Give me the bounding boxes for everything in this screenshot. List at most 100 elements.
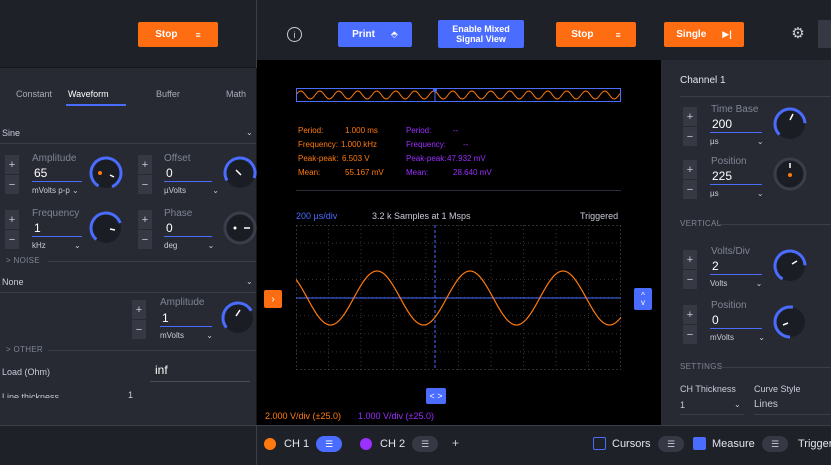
timebase-minus-button[interactable]: − xyxy=(683,127,697,146)
stop-icon: ≡ xyxy=(615,29,621,40)
ch1-offset-handle[interactable]: › xyxy=(264,290,282,308)
tab-constant[interactable]: Constant xyxy=(16,89,52,99)
divider xyxy=(754,414,831,415)
amplitude-unit[interactable]: mVolts p-p ⌄ xyxy=(32,186,79,195)
ch2-settings-toggle[interactable]: ☰ xyxy=(412,436,438,452)
other-section-text: OTHER xyxy=(13,345,43,354)
amplitude-knob[interactable] xyxy=(88,155,124,191)
ch1-color-dot[interactable] xyxy=(264,438,276,450)
volts-div-plus-button[interactable]: + xyxy=(683,250,697,269)
frequency-label: Frequency xyxy=(32,208,80,219)
phase-unit[interactable]: deg ⌄ xyxy=(164,241,214,250)
info-icon[interactable]: i xyxy=(287,27,302,42)
gear-icon[interactable]: ⚙ xyxy=(790,26,806,42)
add-channel-button[interactable]: + xyxy=(452,436,459,450)
tab-buffer[interactable]: Buffer xyxy=(156,89,180,99)
noise-amplitude-input[interactable]: 1 xyxy=(162,311,169,325)
noise-amplitude-minus-button[interactable]: − xyxy=(132,320,146,339)
divider xyxy=(680,414,744,415)
vposition-plus-button[interactable]: + xyxy=(683,305,697,324)
position-input[interactable]: 225 xyxy=(712,169,732,183)
position-unit[interactable]: µs ⌄ xyxy=(710,189,764,198)
phase-plus-button[interactable]: + xyxy=(138,210,152,229)
offset-minus-button[interactable]: − xyxy=(138,175,152,194)
measure-checkbox[interactable] xyxy=(693,437,706,450)
timebase-knob[interactable] xyxy=(772,106,808,142)
offset-knob[interactable] xyxy=(222,155,258,191)
menu-toggle-button[interactable] xyxy=(818,20,831,48)
ch-thickness-value: 1 xyxy=(680,400,686,410)
trigger-level-handle[interactable]: ^ v xyxy=(634,288,652,310)
phase-input[interactable]: 0 xyxy=(166,221,173,235)
frequency-minus-button[interactable]: − xyxy=(5,230,19,249)
ch-thickness-dropdown[interactable]: 1 ⌄ xyxy=(680,398,744,414)
position-minus-button[interactable]: − xyxy=(683,180,697,199)
noise-type-dropdown[interactable]: None ⌄ xyxy=(0,274,256,292)
cursors-settings-toggle[interactable]: ☰ xyxy=(658,436,684,452)
frequency-input[interactable]: 1 xyxy=(34,221,41,235)
curve-style-dropdown[interactable]: Lines xyxy=(754,398,831,414)
chevron-down-icon: ⌄ xyxy=(734,400,741,409)
ch1-settings-toggle[interactable]: ☰ xyxy=(316,436,342,452)
tab-math[interactable]: Math xyxy=(226,89,246,99)
position-knob[interactable] xyxy=(772,156,808,192)
sliders-icon: ☰ xyxy=(666,438,676,449)
volts-div-minus-button[interactable]: − xyxy=(683,270,697,289)
phase-minus-button[interactable]: − xyxy=(138,230,152,249)
amplitude-unit-label: mVolts p-p xyxy=(32,186,70,195)
line-thickness-value[interactable]: 1 xyxy=(128,390,133,398)
tab-waveform[interactable]: Waveform xyxy=(68,89,109,99)
timebase-unit[interactable]: µs ⌄ xyxy=(710,137,764,146)
siggen-stop-button[interactable]: Stop ≡ xyxy=(138,22,218,47)
volts-div-input[interactable]: 2 xyxy=(712,259,719,273)
load-input[interactable]: inf xyxy=(155,363,168,377)
trigger-label[interactable]: Trigger xyxy=(798,438,831,450)
ch2-mean: 28.640 mV xyxy=(453,168,492,177)
noise-type-value: None xyxy=(2,277,24,287)
ch1-label[interactable]: CH 1 xyxy=(284,438,309,450)
amplitude-minus-button[interactable]: − xyxy=(5,175,19,194)
timebase-plus-button[interactable]: + xyxy=(683,107,697,126)
print-button[interactable]: Print ⬘ xyxy=(338,22,412,47)
amplitude-plus-button[interactable]: + xyxy=(5,155,19,174)
measure-settings-toggle[interactable]: ☰ xyxy=(762,436,788,452)
phase-knob[interactable] xyxy=(222,210,258,246)
volts-div-unit[interactable]: Volts ⌄ xyxy=(710,279,762,288)
amplitude-input[interactable]: 65 xyxy=(34,166,47,180)
position-plus-button[interactable]: + xyxy=(683,160,697,179)
cursors-label[interactable]: Cursors xyxy=(612,438,651,450)
noise-amplitude-underline xyxy=(160,326,212,327)
scope-stop-button[interactable]: Stop ≡ xyxy=(556,22,636,47)
cursors-checkbox[interactable] xyxy=(593,437,606,450)
vposition-minus-button[interactable]: − xyxy=(683,325,697,344)
enable-mixed-signal-view-button[interactable]: Enable Mixed Signal View xyxy=(438,20,524,48)
frequency-plus-button[interactable]: + xyxy=(5,210,19,229)
offset-plus-button[interactable]: + xyxy=(138,155,152,174)
frequency-knob[interactable] xyxy=(88,210,124,246)
divider xyxy=(0,143,256,144)
vposition-unit[interactable]: mVolts ⌄ xyxy=(710,333,765,342)
oscilloscope-plot[interactable] xyxy=(296,225,621,370)
ch1-freq-label: Frequency: xyxy=(298,140,339,149)
measure-label[interactable]: Measure xyxy=(712,438,755,450)
offset-input[interactable]: 0 xyxy=(166,166,173,180)
vposition-input[interactable]: 0 xyxy=(712,313,719,327)
waveform-type-dropdown[interactable]: Sine ⌄ xyxy=(0,124,256,142)
noise-amplitude-knob[interactable] xyxy=(220,300,256,336)
vposition-unit-label: mVolts xyxy=(710,333,735,342)
ch2-color-dot[interactable] xyxy=(360,438,372,450)
amplitude-label: Amplitude xyxy=(32,153,77,164)
single-button[interactable]: Single ▶| xyxy=(664,22,744,47)
waveform-overview[interactable] xyxy=(296,88,621,102)
vposition-knob[interactable] xyxy=(772,304,808,340)
offset-unit[interactable]: µVolts ⌄ xyxy=(164,186,219,195)
time-position-handle[interactable]: < > xyxy=(426,388,446,404)
volts-div-knob[interactable] xyxy=(772,248,808,284)
ch2-label[interactable]: CH 2 xyxy=(380,438,405,450)
stop-label: Stop xyxy=(155,29,178,40)
noise-amplitude-plus-button[interactable]: + xyxy=(132,300,146,319)
frequency-unit[interactable]: kHz ⌄ xyxy=(32,241,81,250)
noise-amplitude-unit[interactable]: mVolts ⌄ xyxy=(160,331,213,340)
timebase-input[interactable]: 200 xyxy=(712,117,732,131)
ch2-pp: 47.932 mV xyxy=(447,154,486,163)
